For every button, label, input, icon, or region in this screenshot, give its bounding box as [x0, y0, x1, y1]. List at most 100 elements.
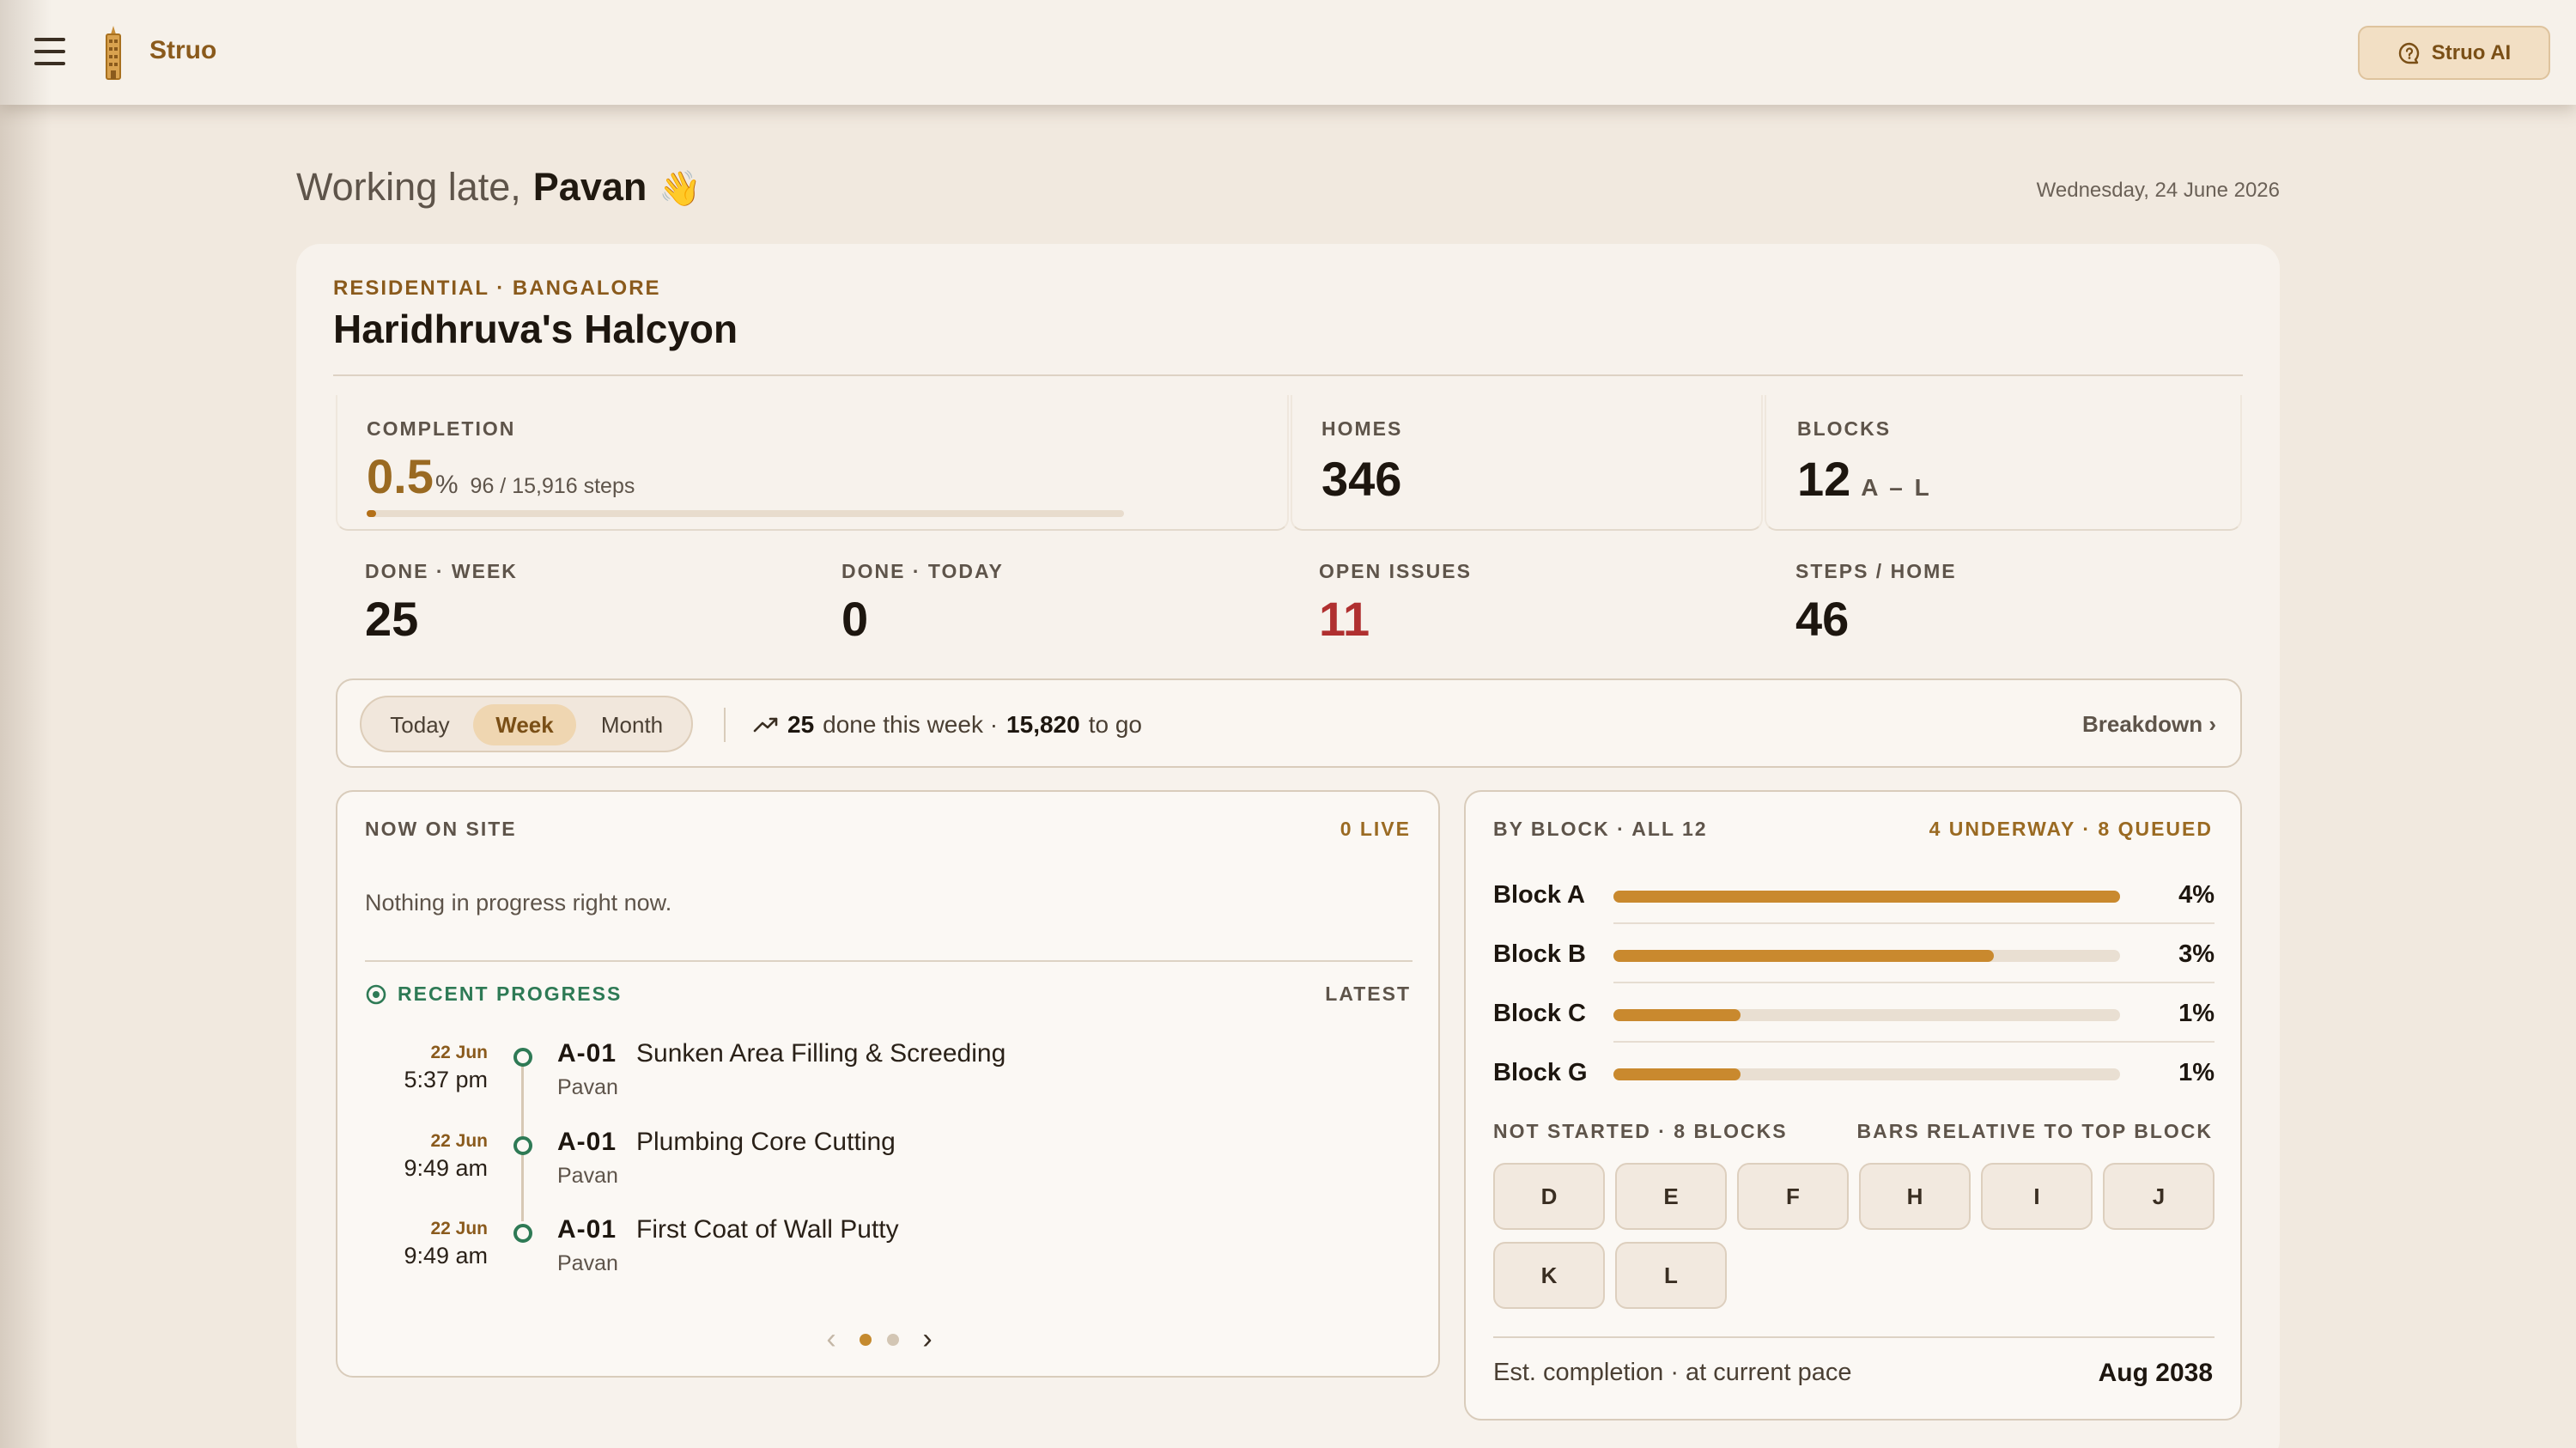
range-toggle: Today Week Month: [360, 696, 693, 752]
range-divider: [724, 708, 726, 742]
by-block-panel: BY BLOCK · ALL 12 4 UNDERWAY · 8 QUEUED …: [1464, 790, 2242, 1421]
completion-stat: COMPLETION 0.5 % 96 / 15,916 steps: [336, 395, 1289, 531]
top-bar: Struo Struo AI: [0, 0, 2576, 105]
item-time: 9:49 am: [404, 1155, 488, 1181]
block-row[interactable]: Block A 4%: [1493, 866, 2215, 924]
steps-home-label: STEPS / HOME: [1795, 560, 1957, 582]
completion-steps: 96 / 15,916 steps: [470, 474, 635, 498]
done-today-stat: DONE · TODAY 0: [841, 560, 1004, 643]
to-go-text: to go: [1088, 711, 1142, 738]
item-title: Plumbing Core Cutting: [636, 1128, 896, 1156]
completion-progress-fill: [367, 510, 376, 517]
done-week-value: 25: [365, 592, 419, 646]
pagination: ‹ ›: [818, 1323, 940, 1356]
completion-label: COMPLETION: [367, 417, 516, 440]
block-percent: 1%: [2178, 1000, 2215, 1027]
brand-name[interactable]: Struo: [149, 36, 216, 65]
recent-progress-header: RECENT PROGRESS: [365, 983, 622, 1006]
blocks-label: BLOCKS: [1797, 417, 1892, 440]
item-title: Sunken Area Filling & Screeding: [636, 1039, 1006, 1068]
block-status-summary: 4 UNDERWAY · 8 QUEUED: [1929, 818, 2213, 840]
item-title: First Coat of Wall Putty: [636, 1215, 899, 1244]
breakdown-link[interactable]: Breakdown ›: [2082, 711, 2216, 738]
struo-ai-button[interactable]: Struo AI: [2358, 26, 2550, 80]
item-date: 22 Jun: [430, 1043, 488, 1062]
block-bar-track: [1613, 891, 2120, 903]
relative-note: BARS RELATIVE TO TOP BLOCK: [1856, 1120, 2213, 1142]
completion-value: 0.5: [367, 449, 434, 503]
open-issues-value: 11: [1319, 592, 1370, 646]
done-today-label: DONE · TODAY: [841, 560, 1004, 582]
not-started-label: NOT STARTED · 8 BLOCKS: [1493, 1120, 1788, 1142]
range-summary: 25 done this week · 15,820 to go: [753, 711, 1142, 739]
block-chip-f[interactable]: F: [1737, 1163, 1849, 1230]
timeline-dot-icon: [513, 1136, 532, 1155]
struo-ai-label: Struo AI: [2431, 40, 2512, 64]
open-issues-label: OPEN ISSUES: [1319, 560, 1472, 582]
steps-home-stat: STEPS / HOME 46: [1795, 560, 1957, 643]
block-chip-l[interactable]: L: [1615, 1242, 1727, 1309]
tab-month[interactable]: Month: [580, 704, 684, 745]
homes-value: 346: [1321, 452, 1402, 506]
block-percent: 1%: [2178, 1059, 2215, 1086]
block-bar-fill: [1613, 1009, 1741, 1021]
divider: [333, 374, 2243, 376]
block-bar-fill: [1613, 1068, 1741, 1080]
by-block-label: BY BLOCK · ALL 12: [1493, 818, 1708, 840]
to-go-count: 15,820: [1006, 711, 1080, 738]
project-category: RESIDENTIAL · BANGALORE: [333, 277, 661, 300]
timeline-item[interactable]: 22 Jun 9:49 am A-01 Plumbing Core Cuttin…: [337, 1128, 1368, 1208]
next-page-icon[interactable]: ›: [914, 1323, 940, 1356]
steps-home-value: 46: [1795, 592, 1850, 646]
tab-today[interactable]: Today: [370, 704, 470, 745]
block-chip-h[interactable]: H: [1859, 1163, 1971, 1230]
block-row[interactable]: Block G 1%: [1493, 1043, 2215, 1102]
recent-progress-label: RECENT PROGRESS: [398, 983, 623, 1005]
page-dot-active[interactable]: [860, 1333, 872, 1346]
block-row[interactable]: Block C 1%: [1493, 984, 2215, 1043]
live-count: 0 LIVE: [1340, 818, 1411, 840]
block-name: Block A: [1493, 881, 1585, 909]
now-on-site-panel: NOW ON SITE 0 LIVE Nothing in progress r…: [336, 790, 1440, 1378]
block-chip-k[interactable]: K: [1493, 1242, 1605, 1309]
item-date: 22 Jun: [430, 1131, 488, 1151]
homes-stat: HOMES 346: [1291, 395, 1763, 531]
timeline-item[interactable]: 22 Jun 5:37 pm A-01 Sunken Area Filling …: [337, 1039, 1368, 1120]
prev-page-icon[interactable]: ‹: [818, 1323, 844, 1356]
divider: [1613, 922, 2215, 924]
item-code: A-01: [557, 1039, 617, 1068]
item-date: 22 Jun: [430, 1219, 488, 1238]
chat-help-icon: [2398, 42, 2419, 64]
blocks-value: 12: [1797, 452, 1851, 506]
open-issues-stat[interactable]: OPEN ISSUES 11: [1319, 560, 1472, 643]
block-name: Block C: [1493, 1000, 1586, 1027]
tab-week[interactable]: Week: [473, 704, 576, 745]
est-completion-value: Aug 2038: [2098, 1359, 2213, 1387]
range-bar: Today Week Month 25 done this week · 15,…: [336, 678, 2242, 768]
done-text: done this week ·: [823, 711, 999, 738]
greeting-prefix: Working late,: [296, 165, 521, 209]
timeline-dot-icon: [513, 1048, 532, 1067]
sidebar-shadow: [0, 0, 52, 1448]
block-chip-e[interactable]: E: [1615, 1163, 1727, 1230]
done-week-stat: DONE · WEEK 25: [365, 560, 518, 643]
item-time: 5:37 pm: [404, 1067, 488, 1092]
item-user: Pavan: [557, 1251, 618, 1275]
project-title: Haridhruva's Halcyon: [333, 307, 738, 351]
divider: [1613, 1041, 2215, 1043]
item-code: A-01: [557, 1215, 617, 1244]
block-bar-fill: [1613, 891, 2120, 903]
timeline-item[interactable]: 22 Jun 9:49 am A-01 First Coat of Wall P…: [337, 1215, 1368, 1296]
block-chip-i[interactable]: I: [1981, 1163, 2093, 1230]
now-on-site-label: NOW ON SITE: [365, 818, 517, 840]
block-chip-j[interactable]: J: [2103, 1163, 2215, 1230]
homes-label: HOMES: [1321, 417, 1403, 440]
block-row[interactable]: Block B 3%: [1493, 925, 2215, 983]
block-chip-d[interactable]: D: [1493, 1163, 1605, 1230]
current-date: Wednesday, 24 June 2026: [2036, 179, 2280, 202]
tower-logo-icon: [106, 26, 121, 80]
page-dot[interactable]: [887, 1333, 899, 1346]
latest-label: LATEST: [1325, 983, 1411, 1005]
blocks-readout: 12 A – L: [1797, 455, 1932, 503]
block-bar-track: [1613, 950, 2120, 962]
